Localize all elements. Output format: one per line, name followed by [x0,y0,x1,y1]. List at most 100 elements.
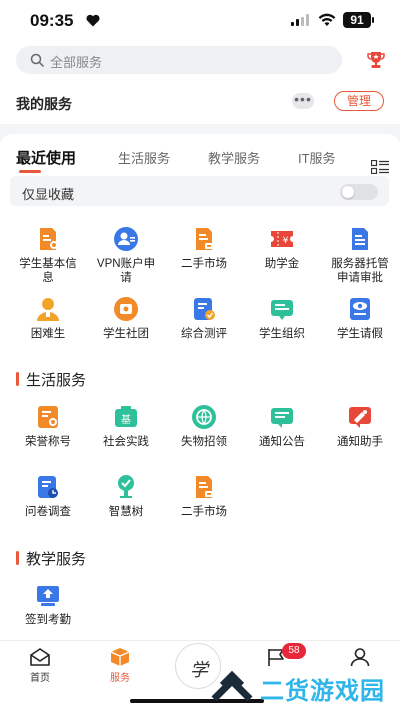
app-tile[interactable]: 智慧树 [86,474,166,519]
smart-tree-icon [113,474,139,500]
needy-student-icon [35,296,61,322]
student-info-doc-icon [35,226,61,252]
app-tile-label: 问卷调查 [25,506,71,518]
comprehensive-eval-icon [191,296,217,322]
tab-services[interactable]: 服务 [90,647,150,684]
app-tile-label: 困难生 [30,328,66,340]
watermark: 二货游戏园 [206,665,400,709]
app-tile-label: 学生组织 [259,328,305,340]
app-tile-label: 综合测评 [181,328,227,340]
app-tile-label: 签到考勤 [25,614,71,626]
app-tile[interactable]: 二手市场 [164,474,244,519]
app-tile-label: 助学金 [264,258,300,270]
tab-teaching-services[interactable]: 教学服务 [208,148,260,167]
svg-text:¥: ¥ [283,236,289,246]
honor-title-icon [35,404,61,430]
app-tile[interactable]: 基社会实践 [86,404,166,449]
section-marker [16,372,19,386]
heart-icon [86,14,100,27]
favorites-only-label: 仅显收藏 [22,187,75,202]
student-leave-icon [347,296,373,322]
services-box-icon [110,648,130,666]
app-tile[interactable]: 学生社团 [86,296,166,341]
life-section-title: 生活服务 [26,372,87,389]
student-club-icon [113,296,139,322]
message-count-badge: 58 [282,643,306,659]
app-tile[interactable]: 综合测评 [164,296,244,341]
list-view-icon[interactable] [371,160,389,174]
app-tile-label: 服务器托管申请审批 [331,258,389,284]
app-tile-label: 智慧树 [108,506,144,518]
server-hosting-doc-icon [347,226,373,252]
grant-ticket-icon: ¥ [269,226,295,252]
app-tile[interactable]: ¥ 助学金 [242,226,322,271]
lost-found-icon [191,404,217,430]
profile-icon [350,648,370,667]
student-org-icon [269,296,295,322]
tab-it-services[interactable]: IT服务 [298,148,336,167]
vpn-account-icon [113,226,139,252]
app-tile[interactable]: 签到考勤 [8,582,88,627]
trophy-icon[interactable] [366,50,386,70]
app-tile[interactable]: 学生请假 [320,296,400,341]
app-tile-label: 荣誉称号 [25,436,71,448]
app-tile[interactable]: 困难生 [8,296,88,341]
notice-icon [269,404,295,430]
my-services-title: 我的服务 [16,96,72,112]
app-tile-label: 学生基本信息 [19,258,77,284]
section-marker [16,551,19,565]
app-tile-label: 二手市场 [181,506,227,518]
search-placeholder: 全部服务 [50,55,103,70]
toggle-knob [342,186,354,198]
secondhand-market-icon [191,226,217,252]
svg-text:基: 基 [121,413,131,426]
app-tile[interactable]: 通知助手 [320,404,400,449]
app-tile[interactable]: 荣誉称号 [8,404,88,449]
manage-button[interactable]: 管理 [334,91,384,111]
secondhand-market-icon [191,474,217,500]
app-tile[interactable]: 问卷调查 [8,474,88,519]
notify-assistant-icon [347,404,373,430]
tab-home[interactable]: 首页 [10,647,70,684]
app-tile[interactable]: 通知公告 [242,404,322,449]
watermark-text: 二货游戏园 [260,678,385,705]
tab-profile[interactable] [330,647,390,667]
survey-icon [35,474,61,500]
check-in-icon [35,582,61,608]
status-time: 09:35 [30,11,74,30]
social-practice-icon: 基 [113,404,139,430]
favorites-filter-row: 仅显收藏 [10,176,389,206]
chevron-up-logo-icon [211,670,253,702]
tab-recent[interactable]: 最近使用 [16,147,76,168]
app-tile-label: 通知公告 [259,436,305,448]
app-tile-label: 社会实践 [103,436,149,448]
app-tile[interactable]: 服务器托管申请审批 [320,226,400,285]
home-envelope-icon [30,648,50,666]
battery-nub [372,17,374,23]
more-button[interactable]: ••• [292,92,314,109]
battery-icon: 91 [343,12,371,28]
search-input[interactable]: 全部服务 [16,46,342,74]
app-tile[interactable]: VPN账户申请 [86,226,166,285]
signal-icon [291,14,309,26]
app-tile-label: 失物招领 [181,436,227,448]
app-tile-label: 通知助手 [337,436,383,448]
app-tile-label: VPN账户申请 [96,258,156,284]
category-tabs: 最近使用 生活服务 教学服务 IT服务 [0,144,400,174]
app-tile-label: 二手市场 [181,258,227,270]
tab-services-label: 服务 [110,673,130,684]
tab-life-services[interactable]: 生活服务 [118,148,170,167]
header: 全部服务 我的服务 ••• 管理 [0,42,400,124]
app-tile[interactable]: 学生基本信息 [8,226,88,285]
search-icon [30,53,44,67]
wifi-icon [318,13,336,26]
app-tile[interactable]: 学生组织 [242,296,322,341]
status-bar: 09:35 91 [0,0,400,42]
app-tile-label: 学生社团 [103,328,149,340]
app-tile-label: 学生请假 [337,328,383,340]
app-tile[interactable]: 二手市场 [164,226,244,271]
app-tile[interactable]: 失物招领 [164,404,244,449]
active-tab-indicator [19,170,41,173]
favorites-only-toggle[interactable] [340,184,378,200]
teach-section-title: 教学服务 [26,551,87,568]
